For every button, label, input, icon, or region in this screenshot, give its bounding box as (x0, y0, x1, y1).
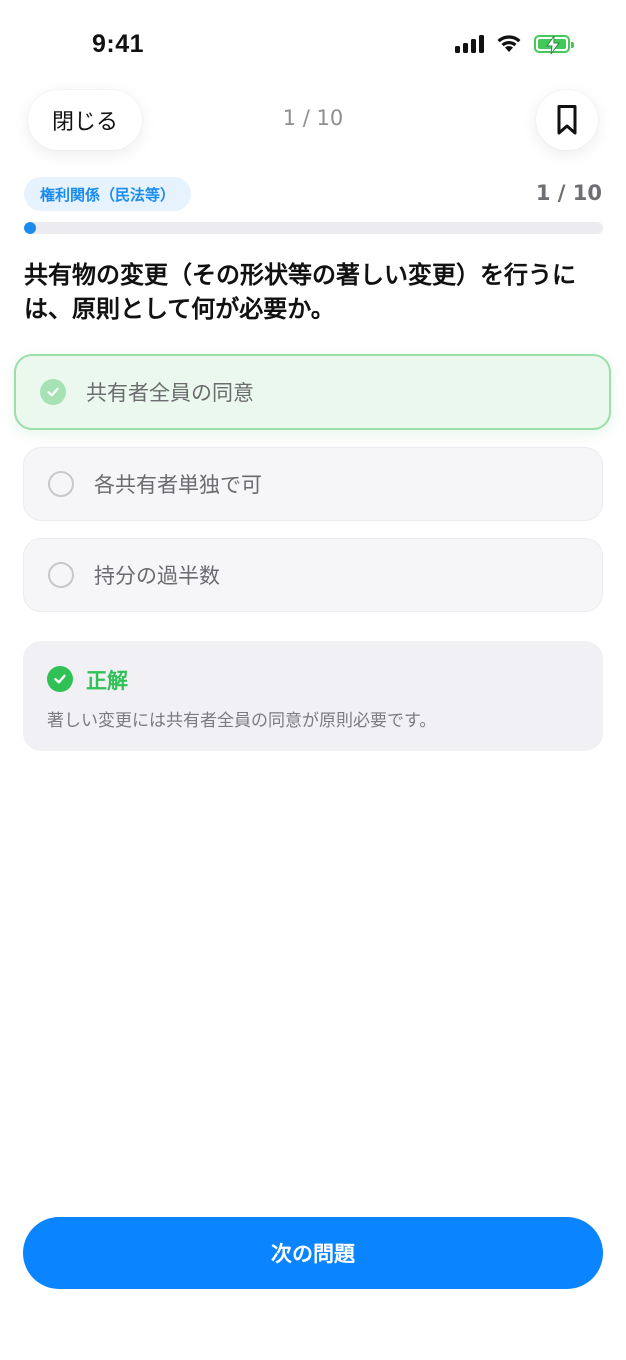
check-circle-icon (40, 379, 66, 405)
status-time: 9:41 (92, 30, 145, 58)
answer-option-3[interactable]: 持分の過半数 (23, 538, 603, 612)
wifi-icon (497, 35, 521, 52)
status-icons (455, 34, 574, 54)
feedback-title: 正解 (86, 669, 128, 693)
cellular-signal-icon (455, 34, 484, 53)
bookmark-button[interactable] (536, 90, 598, 150)
progress-bar (24, 222, 603, 234)
next-question-button[interactable]: 次の問題 (23, 1217, 603, 1289)
category-tag: 権利関係（民法等） (24, 177, 192, 211)
charging-bolt-icon (546, 35, 560, 54)
answer-option-label: 共有者全員の同意 (86, 381, 254, 405)
bookmark-icon (557, 105, 577, 135)
correct-check-icon (47, 666, 73, 692)
answer-option-2[interactable]: 各共有者単独で可 (23, 447, 603, 521)
radio-circle-icon (48, 471, 74, 497)
progress-text: 1 / 10 (535, 181, 602, 205)
answer-option-label: 持分の過半数 (94, 564, 220, 588)
quiz-screen: 9:41 閉じる 1 / 10 権利関係（民法等） 1 / 10 共有物の変更（… (0, 0, 626, 1360)
question-text: 共有物の変更（その形状等の著しい変更）を行うには、原則として何が必要か。 (24, 261, 576, 323)
answer-option-label: 各共有者単独で可 (94, 473, 262, 497)
answer-feedback-card: 正解 著しい変更には共有者全員の同意が原則必要です。 (23, 641, 603, 751)
battery-icon (534, 34, 574, 54)
question-counter: 1 / 10 (282, 106, 344, 130)
feedback-explanation: 著しい変更には共有者全員の同意が原則必要です。 (47, 711, 437, 731)
progress-bar-fill (24, 222, 36, 234)
radio-circle-icon (48, 562, 74, 588)
answer-option-1[interactable]: 共有者全員の同意 (14, 354, 611, 430)
